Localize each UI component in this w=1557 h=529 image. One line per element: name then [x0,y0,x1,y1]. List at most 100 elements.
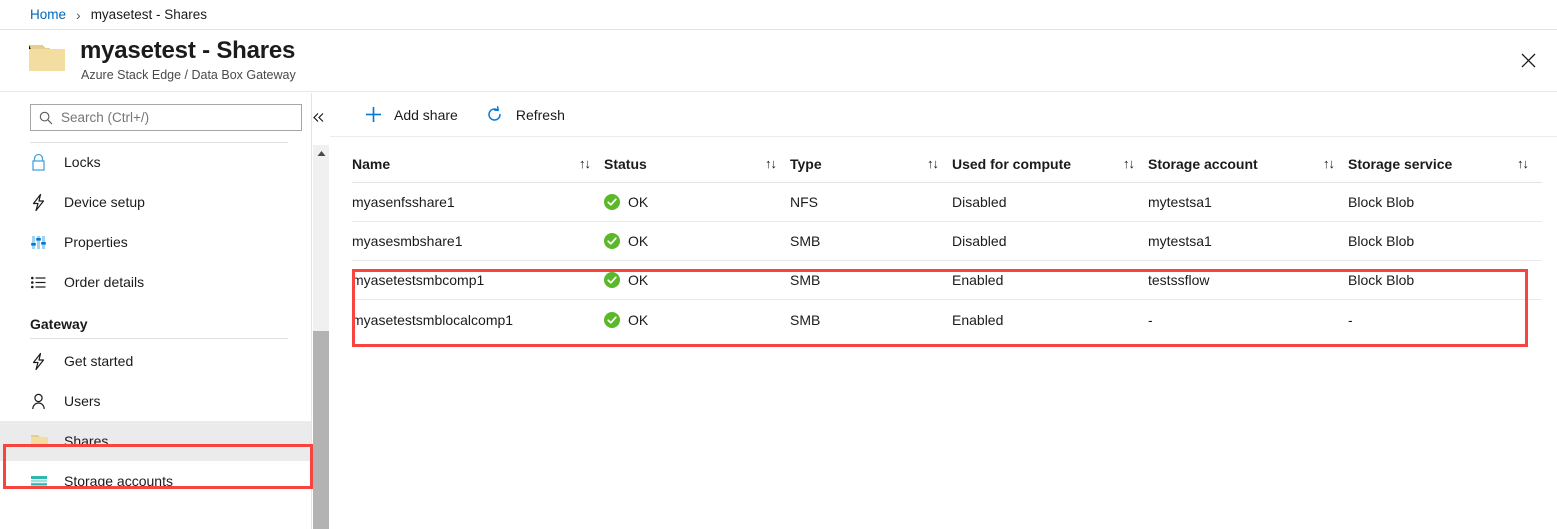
status-badge: OK [628,272,649,288]
check-circle-icon [604,194,620,210]
sort-ascending-descending-icon[interactable]: ↑↓ [1517,156,1542,171]
cell-account: testssflow [1148,272,1210,288]
cell-service: - [1348,311,1353,328]
table-header-row: Name ↑↓ Status ↑↓ Type ↑↓ Used for compu… [352,145,1542,183]
sidebar-item-order-details[interactable]: Order details [0,262,311,302]
chevron-double-left-icon[interactable] [307,106,329,128]
page-title: myasetest - Shares [80,37,296,64]
main-content: Add share Refresh Name ↑↓ Status ↑↓ Type… [330,93,1557,529]
add-share-button[interactable]: Add share [358,99,468,131]
column-header-storage-account[interactable]: Storage account ↑↓ [1148,145,1348,182]
column-header-type[interactable]: Type ↑↓ [790,145,952,182]
sidebar-item-label: Users [64,393,101,409]
cell-type: SMB [790,311,821,328]
status-badge: OK [628,233,649,249]
breadcrumb: Home › myasetest - Shares [0,0,1557,30]
plus-icon [360,105,386,125]
sidebar-item-storage-accounts[interactable]: Storage accounts [0,461,311,501]
cell-status: OK [604,233,790,249]
column-header-name[interactable]: Name ↑↓ [352,145,604,182]
sliders-icon [30,233,56,252]
sidebar-item-label: Locks [64,154,101,170]
cell-service: Block Blob [1348,233,1415,249]
status-badge: OK [628,311,649,328]
cell-account: mytestsa1 [1148,194,1212,210]
cell-compute: Disabled [952,233,1007,249]
column-header-label: Storage account [1148,155,1258,172]
page-subtitle: Azure Stack Edge / Data Box Gateway [81,68,296,82]
folder-icon [30,433,56,450]
sidebar-item-locks[interactable]: Locks [0,142,311,182]
refresh-label: Refresh [515,106,565,123]
sidebar-item-properties[interactable]: Properties [0,222,311,262]
folder-icon [27,41,67,75]
check-circle-icon [604,311,620,328]
sort-ascending-descending-icon[interactable]: ↑↓ [927,156,952,171]
scroll-up-arrow-icon[interactable] [313,145,329,162]
sidebar-item-label: Device setup [64,194,145,210]
search-box[interactable] [30,104,302,131]
table-row[interactable]: myasetestsmblocalcomp1 OK SMB Enabled - … [352,300,1542,339]
cell-status: OK [604,311,790,328]
sidebar-item-users[interactable]: Users [0,381,311,421]
breadcrumb-home-link[interactable]: Home [30,7,66,22]
person-icon [30,392,56,411]
sort-ascending-descending-icon[interactable]: ↑↓ [765,156,790,171]
lightning-bolt-icon [30,193,56,212]
azure-portal-blade: Home › myasetest - Shares myasetest - Sh… [0,0,1557,529]
cell-status: OK [604,272,790,288]
table-row[interactable]: myasetestsmbcomp1 OK SMB Enabled testssf… [352,261,1542,300]
search-icon [31,105,61,130]
breadcrumb-separator-icon: › [76,6,81,23]
sidebar-section-divider [30,338,288,339]
check-circle-icon [604,233,620,249]
column-header-storage-service[interactable]: Storage service ↑↓ [1348,145,1542,182]
sidebar-item-label: Properties [64,234,128,250]
table-row[interactable]: myasesmbshare1 OK SMB Disabled mytestsa1… [352,222,1542,261]
sidebar: Locks Device setup [0,93,329,529]
add-share-label: Add share [394,106,458,123]
lightning-bolt-icon [30,352,56,371]
sort-ascending-descending-icon[interactable]: ↑↓ [1123,156,1148,171]
sort-ascending-descending-icon[interactable]: ↑↓ [1323,156,1348,171]
shares-table: Name ↑↓ Status ↑↓ Type ↑↓ Used for compu… [352,145,1542,339]
sidebar-item-device-setup[interactable]: Device setup [0,182,311,222]
sidebar-scrollbar-thumb[interactable] [313,331,329,529]
column-header-label: Used for compute [952,155,1072,172]
cell-name[interactable]: myasetestsmbcomp1 [352,272,604,288]
sort-ascending-descending-icon[interactable]: ↑↓ [579,156,604,171]
sidebar-nav: Locks Device setup Properties Order deta… [0,142,311,529]
cell-name[interactable]: myasetestsmblocalcomp1 [352,312,604,328]
cell-status: OK [604,194,790,210]
cell-name[interactable]: myasesmbshare1 [352,233,604,249]
blade-header: myasetest - Shares Azure Stack Edge / Da… [0,31,1557,92]
close-icon[interactable] [1507,39,1549,81]
sidebar-item-get-started[interactable]: Get started [0,341,311,381]
cell-compute: Disabled [952,194,1007,210]
sidebar-item-shares[interactable]: Shares [0,421,311,461]
sidebar-section-gateway: Gateway [30,316,88,332]
check-circle-icon [604,272,620,288]
column-header-used-for-compute[interactable]: Used for compute ↑↓ [952,145,1148,182]
cell-name[interactable]: myasenfsshare1 [352,194,604,210]
cell-compute: Enabled [952,272,1004,288]
cell-account: - [1148,311,1153,328]
cell-type: SMB [790,272,821,288]
storage-account-icon [30,473,56,490]
column-header-label: Name [352,155,391,172]
status-badge: OK [628,194,649,210]
column-header-status[interactable]: Status ↑↓ [604,145,790,182]
sidebar-item-label: Shares [64,433,109,449]
lock-icon [30,153,56,172]
cell-type: SMB [790,233,821,249]
cell-account: mytestsa1 [1148,233,1212,249]
column-header-label: Type [790,155,822,172]
cell-service: Block Blob [1348,194,1415,210]
column-header-label: Status [604,155,647,172]
sidebar-item-label: Get started [64,353,134,369]
breadcrumb-current: myasetest - Shares [90,7,207,22]
search-input[interactable] [61,105,301,130]
refresh-button[interactable]: Refresh [480,99,575,131]
command-toolbar: Add share Refresh [330,93,1557,137]
table-row[interactable]: myasenfsshare1 OK NFS Disabled mytestsa1… [352,183,1542,222]
